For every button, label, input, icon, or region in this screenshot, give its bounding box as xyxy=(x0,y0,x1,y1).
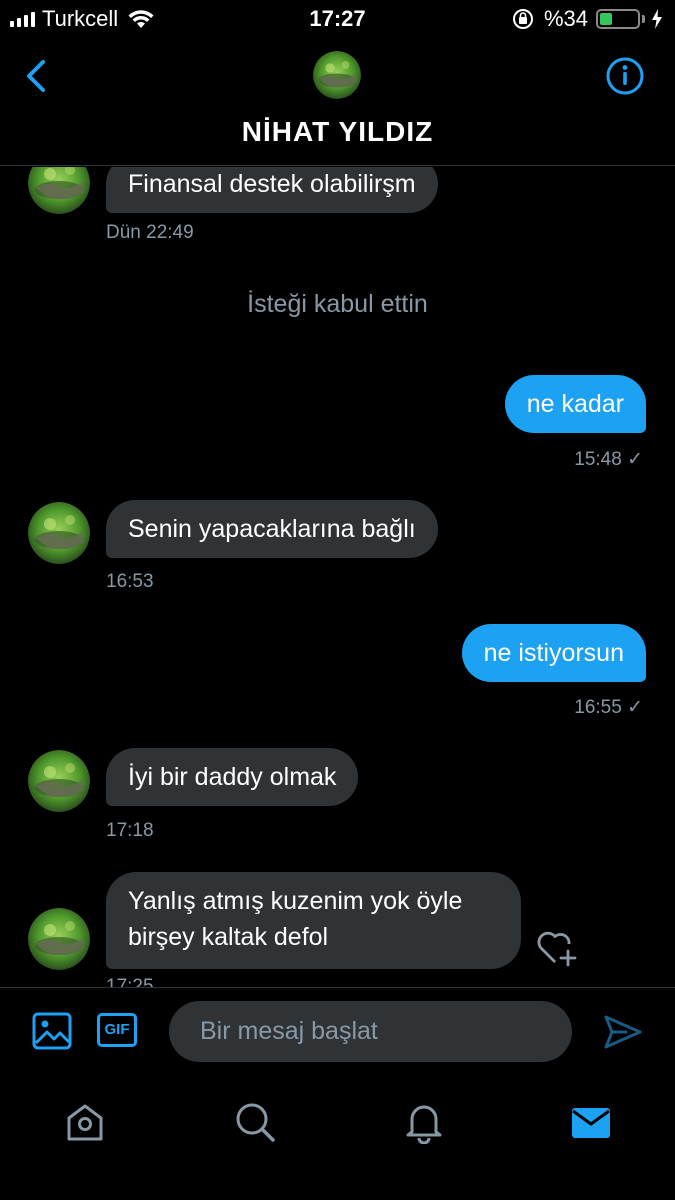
mail-icon[interactable] xyxy=(569,1100,613,1144)
message-time: 16:53 xyxy=(106,571,154,592)
battery-level xyxy=(600,13,612,25)
rotation-lock-icon xyxy=(512,9,533,29)
search-icon[interactable] xyxy=(233,1100,277,1144)
message-bubble-outgoing[interactable]: ne istiyorsun xyxy=(461,624,646,682)
message-text-line: birşey kaltak defol xyxy=(128,923,329,951)
message-time: 15:48 xyxy=(574,449,622,470)
message-time-status: 15:48 ✓ xyxy=(574,448,643,471)
info-icon xyxy=(606,57,644,95)
message-time: Dün 22:49 xyxy=(106,222,194,243)
message-input[interactable]: Bir mesaj başlat xyxy=(169,1001,572,1062)
chevron-left-icon xyxy=(27,60,45,92)
message-composer: GIF Bir mesaj başlat xyxy=(0,987,675,1075)
back-button[interactable] xyxy=(20,56,56,96)
battery-cap xyxy=(642,15,645,23)
request-accepted-note: İsteği kabul ettin xyxy=(247,290,428,318)
sender-avatar[interactable] xyxy=(28,750,90,812)
message-list[interactable]: Finansal destek olabilirşm Dün 22:49 İst… xyxy=(0,167,675,987)
battery-percent: %34 xyxy=(543,6,588,31)
bottom-tab-bar xyxy=(0,1075,675,1200)
conversation-header: NİHAT YILDIZ xyxy=(0,38,675,166)
send-icon[interactable] xyxy=(603,1014,643,1050)
status-right: %34 xyxy=(512,6,663,32)
bell-icon[interactable] xyxy=(402,1100,446,1144)
like-heart-icon[interactable] xyxy=(535,929,579,967)
message-time: 17:25 xyxy=(106,976,154,987)
home-icon[interactable] xyxy=(63,1100,107,1144)
sender-avatar[interactable] xyxy=(28,908,90,970)
image-icon[interactable] xyxy=(32,1012,72,1050)
message-bubble-incoming[interactable]: Finansal destek olabilirşm xyxy=(106,167,438,213)
sender-avatar[interactable] xyxy=(28,167,90,214)
charging-bolt-icon xyxy=(652,9,662,29)
message-time: 17:18 xyxy=(106,820,154,841)
battery-icon xyxy=(596,9,640,29)
message-text-line: Yanlış atmış kuzenim yok öyle xyxy=(128,887,463,915)
sender-avatar[interactable] xyxy=(28,502,90,564)
message-bubble-incoming[interactable]: İyi bir daddy olmak xyxy=(106,748,359,806)
message-bubble-incoming[interactable]: Senin yapacaklarına bağlı xyxy=(106,500,438,558)
sent-check-icon: ✓ xyxy=(627,449,643,470)
info-button[interactable] xyxy=(605,56,645,96)
contact-name: NİHAT YILDIZ xyxy=(241,116,434,147)
contact-avatar[interactable] xyxy=(313,51,361,99)
sent-check-icon: ✓ xyxy=(627,697,643,718)
message-time: 16:55 xyxy=(574,697,622,718)
message-bubble-incoming[interactable]: Yanlış atmış kuzenim yok öyle birşey kal… xyxy=(106,872,521,969)
status-bar: Turkcell 17:27 %34 xyxy=(0,0,675,38)
gif-button[interactable]: GIF xyxy=(97,1013,137,1047)
message-time-status: 16:55 ✓ xyxy=(574,696,643,719)
message-bubble-outgoing[interactable]: ne kadar xyxy=(504,375,646,433)
